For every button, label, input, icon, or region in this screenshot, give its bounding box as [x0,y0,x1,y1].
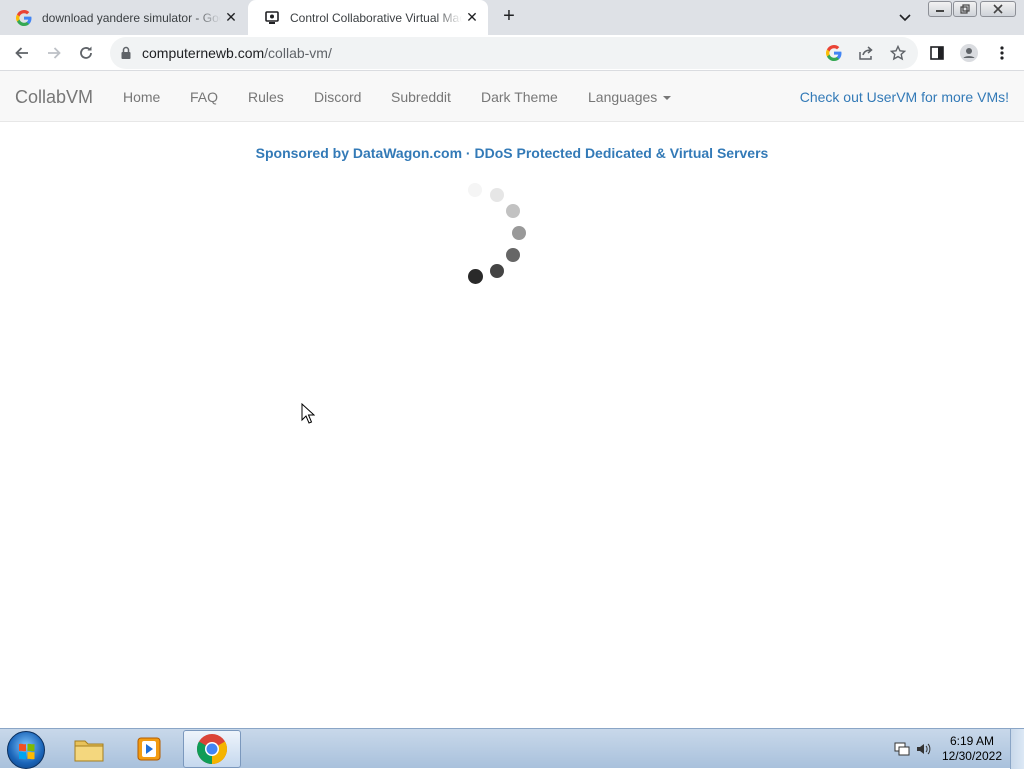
tab-yandere-search[interactable]: download yandere simulator - Goo ✕ [0,0,247,35]
loading-spinner [460,183,540,285]
media-player-taskbar-icon[interactable] [120,730,178,768]
nav-home[interactable]: Home [123,89,160,105]
nav-faq[interactable]: FAQ [190,89,218,105]
url-host: computernewb.com [142,45,265,61]
windows-logo-icon [19,743,35,760]
browser-toolbar: computernewb.com/collab-vm/ [0,35,1024,71]
address-bar[interactable]: computernewb.com/collab-vm/ [110,37,918,69]
bookmark-star-icon[interactable] [887,42,909,64]
menu-kebab-icon[interactable] [991,42,1013,64]
spinner-dot [506,204,520,218]
spinner-dot [468,183,482,197]
collabvm-icon [264,10,280,26]
clock[interactable]: 6:19 AM 12/30/2022 [942,734,1002,764]
nav-discord[interactable]: Discord [314,89,361,105]
nav-languages-label: Languages [588,89,658,105]
side-panel-icon[interactable] [926,42,948,64]
tab-strip: download yandere simulator - Goo ✕ Contr… [0,0,1024,35]
nav-languages-dropdown[interactable]: Languages [588,89,672,105]
minimize-window-icon[interactable] [928,1,952,17]
url-text: computernewb.com/collab-vm/ [142,45,332,61]
forward-arrow-icon[interactable] [43,42,65,64]
google-g-icon [16,9,32,26]
mouse-cursor-icon [301,402,316,429]
restore-window-icon[interactable] [953,1,977,17]
spinner-dot [490,188,504,202]
nav-dark-theme[interactable]: Dark Theme [481,89,558,105]
caret-down-icon [663,96,672,101]
tab-search-chevron-icon[interactable] [896,8,914,26]
tab-close-icon[interactable]: ✕ [221,8,241,28]
nav-subreddit[interactable]: Subreddit [391,89,451,105]
volume-icon[interactable] [916,741,932,762]
spinner-dot [506,248,520,262]
clock-time: 6:19 AM [949,734,994,748]
windows-taskbar: 6:19 AM 12/30/2022 [0,728,1024,769]
tab-close-icon[interactable]: ✕ [462,8,482,28]
new-tab-icon[interactable]: + [498,6,520,28]
chrome-taskbar-icon[interactable] [183,730,241,768]
spinner-dot [512,226,526,240]
lock-icon[interactable] [120,46,132,65]
reload-icon[interactable] [75,42,97,64]
start-button[interactable] [7,731,45,769]
spinner-dot [468,269,483,284]
back-arrow-icon[interactable] [11,42,33,64]
uservm-link[interactable]: Check out UserVM for more VMs! [800,89,1009,105]
nav-rules[interactable]: Rules [248,89,284,105]
url-path: /collab-vm/ [264,45,332,61]
tab-title: Control Collaborative Virtual Mac [290,10,462,25]
close-window-icon[interactable] [980,1,1016,17]
brand-logo[interactable]: CollabVM [15,87,93,108]
file-explorer-taskbar-icon[interactable] [60,730,118,768]
share-icon[interactable] [855,42,877,64]
show-desktop-button[interactable] [1010,729,1024,769]
system-tray: 6:19 AM 12/30/2022 [884,729,1024,769]
spinner-dot [490,264,504,278]
site-navbar: CollabVM Home FAQ Rules Discord Subreddi… [0,71,1024,122]
clock-date: 12/30/2022 [941,749,1002,763]
sponsor-link[interactable]: Sponsored by DataWagon.com · DDoS Protec… [0,145,1024,161]
network-icon[interactable] [894,741,910,762]
google-lens-icon[interactable] [823,42,845,64]
profile-avatar-icon[interactable] [958,42,980,64]
tab-collabvm[interactable]: Control Collaborative Virtual Mac ✕ [248,0,488,35]
tab-title: download yandere simulator - Goo [42,10,221,25]
